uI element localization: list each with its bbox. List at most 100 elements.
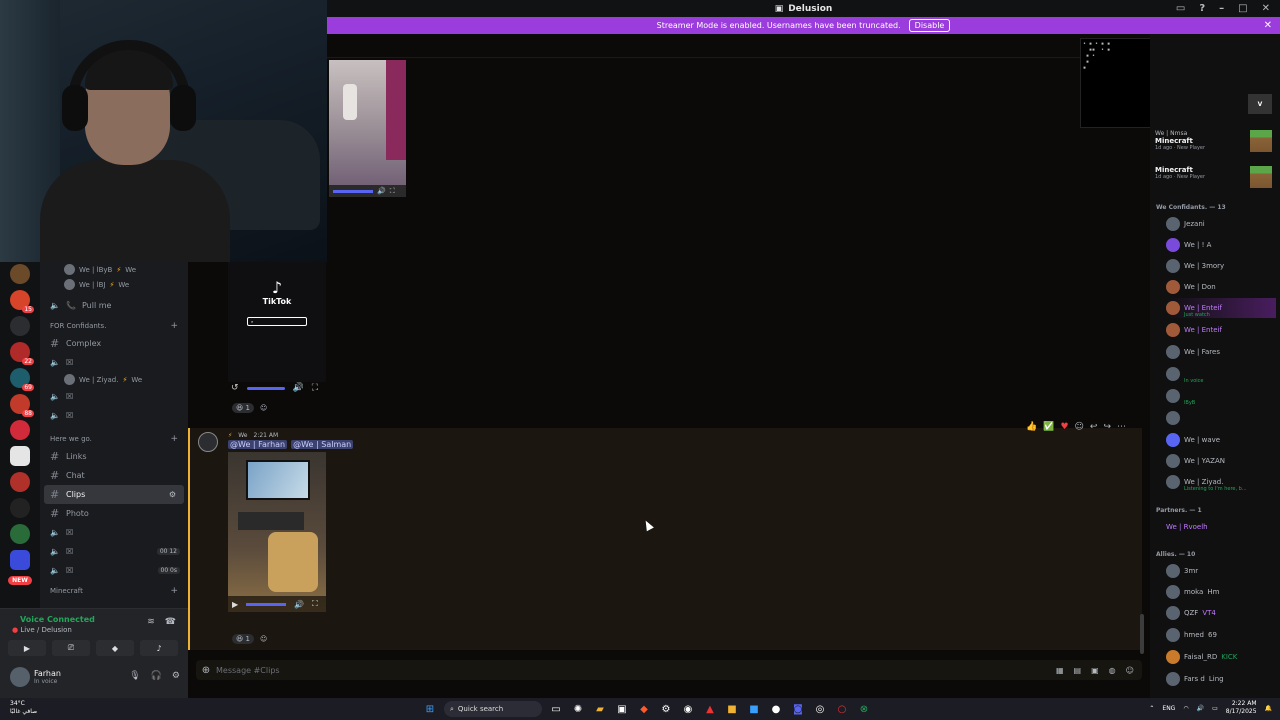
steam-icon[interactable]: ◎ (812, 701, 828, 717)
thumbs-up-icon[interactable]: 👍 (1026, 422, 1037, 432)
server-icon[interactable]: 22 (10, 342, 34, 365)
activity-card[interactable]: We | Nmsa Minecraft 1d ago · New Player (1150, 128, 1280, 162)
language-indicator[interactable]: ENG (1162, 705, 1175, 712)
voice-member[interactable]: We | Ziyad. ⚡ We (40, 372, 188, 387)
member-item[interactable]: We | YAZAN (1166, 451, 1276, 471)
member-item[interactable]: We | ! A (1166, 235, 1276, 255)
activity-button[interactable]: ◆ (96, 640, 134, 656)
app-icon[interactable]: ◉ (680, 701, 696, 717)
maximize-button[interactable]: □ (1238, 3, 1247, 14)
channel-links[interactable]: # Links (40, 447, 188, 466)
copilot-icon[interactable]: ✺ (570, 701, 586, 717)
member-item[interactable]: We | wave (1166, 430, 1276, 450)
sticker-icon[interactable]: ◍ (1109, 666, 1116, 675)
screen-share-button[interactable]: ⎚ (52, 640, 90, 656)
server-icon[interactable]: 69 (10, 368, 34, 391)
activity-card[interactable]: Minecraft 1d ago · New Player (1150, 164, 1280, 198)
tray-overflow-icon[interactable]: ⌃ (1149, 705, 1154, 712)
help-icon[interactable]: ? (1199, 3, 1205, 14)
voice-member[interactable]: We | lByB ⚡ We (40, 262, 188, 277)
message-input[interactable]: Message #Clips (216, 666, 280, 675)
heart-icon[interactable]: ♥ (1060, 422, 1068, 432)
windows-start-icon[interactable]: ⊞ (422, 701, 438, 717)
voice-channel[interactable]: 🔈 ☒ 00 0s (40, 561, 188, 580)
clock[interactable]: 2:22 AM 8/17/2025 (1226, 700, 1257, 716)
battery-icon[interactable]: ▭ (1212, 705, 1218, 712)
disable-streamer-button[interactable]: Disable (908, 19, 951, 32)
voice-member[interactable]: We | lBJ ⚡ We (40, 277, 188, 292)
wifi-icon[interactable]: ◠ (1183, 705, 1188, 712)
app-icon[interactable]: ■ (724, 701, 740, 717)
member-item[interactable]: We | Ziyad. Listening to I'm here, b... (1166, 472, 1276, 492)
close-banner-icon[interactable]: ✕ (1264, 20, 1272, 31)
store-icon[interactable]: ▣ (614, 701, 630, 717)
voice-channel[interactable]: 🔈 ☒ (40, 523, 188, 542)
voice-channel-name[interactable]: ● Live / Delusion (12, 626, 72, 634)
notification-icon[interactable]: 🔔 (1265, 705, 1272, 712)
member-item[interactable]: Faisal_RD KICK (1166, 647, 1276, 667)
member-item[interactable]: We | Fares (1166, 342, 1276, 362)
member-item[interactable]: We | 3mory (1166, 256, 1276, 276)
disconnect-icon[interactable]: ☎ (165, 617, 176, 627)
server-icon[interactable] (10, 498, 30, 518)
attach-plus-icon[interactable]: ⊕ (196, 665, 216, 676)
server-icon[interactable] (10, 550, 30, 570)
server-icon[interactable] (10, 524, 30, 544)
add-reaction-icon[interactable]: ☺ (1075, 422, 1084, 432)
noise-suppression-icon[interactable]: ≋ (147, 617, 155, 627)
member-item[interactable]: We | Enteif Just watch (1166, 298, 1276, 318)
message-avatar[interactable] (198, 432, 218, 452)
category-minecraft[interactable]: Minecraft + (40, 583, 188, 599)
server-icon[interactable]: 15 (10, 290, 34, 313)
member-item[interactable]: QZF VT4 (1166, 603, 1276, 623)
channel-photo[interactable]: # Photo (40, 504, 188, 523)
gif-icon[interactable]: ▣ (1091, 666, 1099, 675)
voice-channel[interactable]: 🔈 ☒ (40, 406, 188, 425)
category-confidants[interactable]: FOR Confidants. + (40, 318, 188, 334)
user-mention[interactable]: @We | Salman (291, 440, 354, 449)
app-launcher-icon[interactable]: ▦ (1056, 666, 1064, 675)
reply-icon[interactable]: ↩ (1090, 422, 1098, 432)
soundboard-button[interactable]: ♪ (140, 640, 178, 656)
message-composer[interactable]: ⊕ Message #Clips ▦ ▤ ▣ ◍ ☺ (196, 660, 1142, 680)
member-item[interactable]: In voice (1166, 364, 1276, 384)
avatar[interactable] (10, 667, 30, 687)
emoji-icon[interactable]: ☺ (1126, 666, 1134, 675)
user-mention[interactable]: @We | Farhan (228, 440, 288, 449)
voice-channel[interactable]: 🔈 ☒ 00 12 (40, 542, 188, 561)
member-item[interactable]: 3mr (1166, 561, 1276, 581)
member-item[interactable]: We | Don (1166, 277, 1276, 297)
app-icon[interactable]: ● (768, 701, 784, 717)
mic-icon[interactable]: 🎙 (129, 671, 140, 681)
member-item[interactable]: lByB (1166, 386, 1276, 406)
channel-complex[interactable]: # Complex (40, 334, 188, 353)
member-item[interactable]: moka Hm (1166, 582, 1276, 602)
brave-icon[interactable]: ◆ (636, 701, 652, 717)
app-icon[interactable]: ■ (746, 701, 762, 717)
minimize-button[interactable]: – (1219, 3, 1224, 14)
reactions[interactable]: 😆 1 ☺ (232, 634, 267, 644)
volume-icon[interactable]: 🔊 (1197, 705, 1204, 712)
gift-icon[interactable]: ▤ (1074, 666, 1082, 675)
server-icon[interactable] (10, 264, 30, 284)
task-view-icon[interactable]: ▭ (548, 701, 564, 717)
opera-icon[interactable]: ○ (834, 701, 850, 717)
app-icon[interactable]: ▲ (702, 701, 718, 717)
channel-clips[interactable]: # Clips ⚙ (44, 485, 184, 504)
member-item[interactable]: Jezani (1166, 214, 1276, 234)
forward-icon[interactable]: ↪ (1103, 422, 1111, 432)
video-attachment[interactable]: 🔊 ⛶ (329, 60, 406, 197)
headphones-icon[interactable]: 🎧 (151, 671, 162, 681)
weather-widget[interactable]: 34°C صافي غالبًا (10, 700, 37, 716)
voice-channel[interactable]: 🔈 ☒ (40, 353, 188, 372)
reactions[interactable]: 😆 1 ☺ (232, 403, 267, 413)
more-icon[interactable]: ⋯ (1117, 422, 1126, 432)
settings-icon[interactable]: ⚙ (658, 701, 674, 717)
category-here-we-go[interactable]: Here we go. + (40, 431, 188, 447)
camera-button[interactable]: ▶ (8, 640, 46, 656)
server-icon[interactable]: 88 (10, 394, 34, 417)
tiktok-video-attachment[interactable]: ♪ TikTok ⌕ (228, 262, 326, 382)
inbox-icon[interactable]: ▭ (1176, 3, 1185, 14)
member-item[interactable] (1166, 408, 1276, 428)
discord-icon[interactable]: ◙ (790, 701, 806, 717)
